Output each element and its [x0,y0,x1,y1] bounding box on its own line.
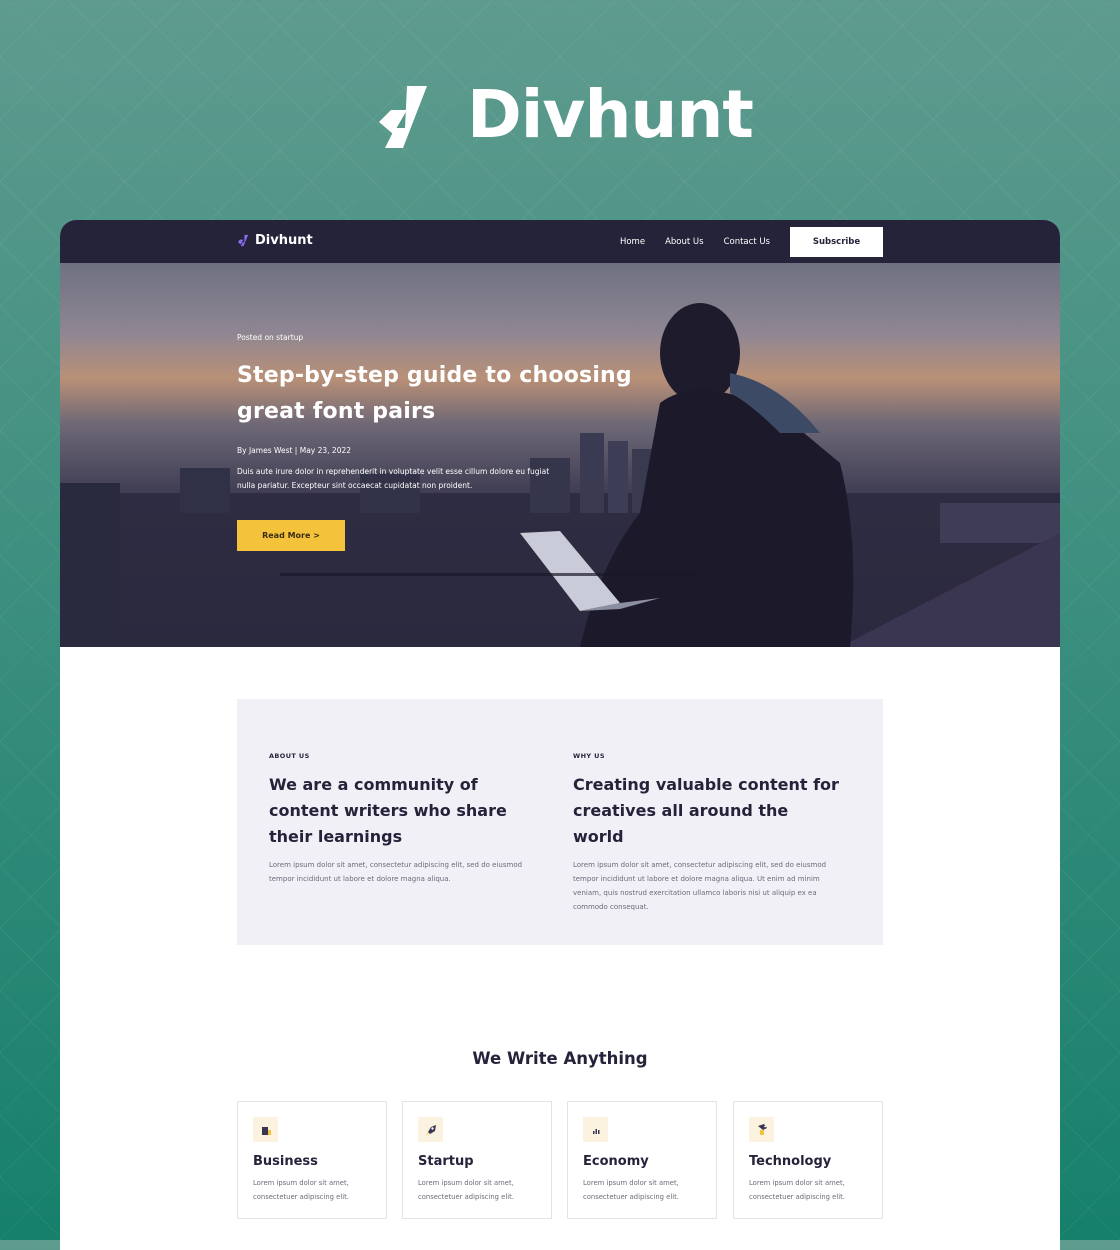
hero-content: Posted on startup Step-by-step guide to … [237,333,657,551]
robot-icon [757,1123,767,1135]
category-title: Business [253,1154,318,1169]
hero-eyebrow: Posted on startup [237,333,304,342]
categories-title: We Write Anything [472,1049,648,1068]
about-us-text: Lorem ipsum dolor sit amet, consectetur … [269,861,523,883]
hero-description: Duis aute irure dolor in reprehenderit i… [237,467,550,490]
category-card-technology[interactable]: Technology Lorem ipsum dolor sit amet, c… [733,1101,883,1219]
hero-section: Posted on startup Step-by-step guide to … [60,263,1060,647]
why-us-text: Lorem ipsum dolor sit amet, consectetur … [573,861,827,911]
nav-link-contact-us[interactable]: Contact Us [724,237,770,247]
nav-links: Home About Us Contact Us Subscribe [620,227,883,257]
why-us-eyebrow: WHY US [573,752,605,760]
why-us-column: WHY US Creating valuable content for cre… [573,752,843,914]
category-title: Startup [418,1154,474,1169]
category-text: Lorem ipsum dolor sit amet, consectetuer… [418,1179,514,1201]
category-title: Technology [749,1154,832,1169]
about-us-eyebrow: ABOUT US [269,752,310,760]
category-card-economy[interactable]: Economy Lorem ipsum dolor sit amet, cons… [567,1101,717,1219]
website-frame: Divhunt Home About Us Contact Us Subscri… [60,220,1060,1250]
read-more-button[interactable]: Read More > [237,520,345,551]
category-text: Lorem ipsum dolor sit amet, consectetuer… [583,1179,679,1201]
category-text: Lorem ipsum dolor sit amet, consectetuer… [749,1179,845,1201]
chart-icon [592,1128,599,1134]
category-text: Lorem ipsum dolor sit amet, consectetuer… [253,1179,349,1201]
brand-name: Divhunt [467,76,754,153]
about-panel: ABOUT US We are a community of content w… [237,699,883,945]
hero-title: Step-by-step guide to choosing great fon… [237,363,632,424]
about-us-column: ABOUT US We are a community of content w… [269,752,539,886]
about-us-title: We are a community of content writers wh… [269,775,507,846]
category-title: Economy [583,1154,649,1169]
why-us-title: Creating valuable content for creatives … [573,775,839,846]
nav-logo-icon [237,234,249,247]
category-cards: Business Lorem ipsum dolor sit amet, con… [237,1101,883,1219]
business-icon [261,1126,271,1135]
nav-logo[interactable]: Divhunt [237,233,313,248]
category-card-startup[interactable]: Startup Lorem ipsum dolor sit amet, cons… [402,1101,552,1219]
nav-logo-text: Divhunt [255,233,313,248]
hero-meta: By James West | May 23, 2022 [237,446,352,455]
nav-link-home[interactable]: Home [620,237,645,247]
nav-link-about-us[interactable]: About Us [665,237,703,247]
brand-header: Divhunt [0,70,1120,160]
subscribe-button[interactable]: Subscribe [790,227,883,257]
top-nav: Divhunt Home About Us Contact Us Subscri… [60,220,1060,263]
divhunt-logo-icon [379,86,428,148]
category-card-business[interactable]: Business Lorem ipsum dolor sit amet, con… [237,1101,387,1219]
rocket-icon [425,1124,436,1135]
